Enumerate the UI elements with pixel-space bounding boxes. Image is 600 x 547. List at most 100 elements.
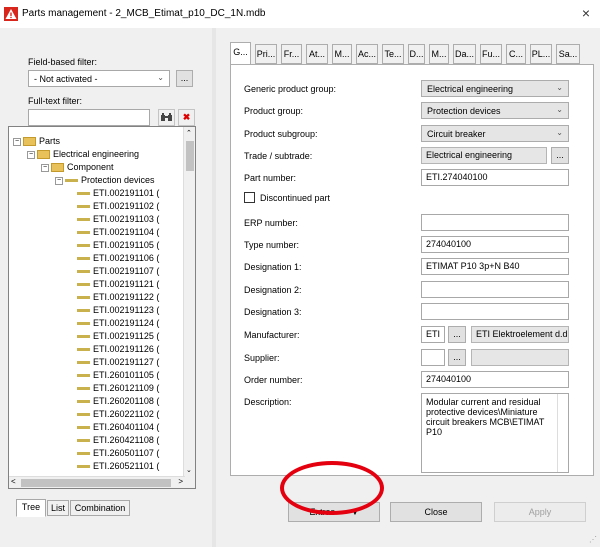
chevron-right-icon[interactable]: > [178, 477, 183, 486]
binoculars-button[interactable] [158, 109, 175, 126]
type-number-field[interactable]: 274040100 [421, 236, 569, 253]
supplier-label: Supplier: [244, 353, 280, 363]
collapse-icon[interactable]: − [27, 150, 35, 159]
designation3-field[interactable] [421, 303, 569, 320]
tree-leaf[interactable]: ETI.002191125 ( [77, 330, 159, 342]
tree-leaf[interactable]: ETI.002191123 ( [77, 304, 159, 316]
tab-7[interactable]: D... [408, 44, 425, 64]
tab-6[interactable]: Te... [382, 44, 404, 64]
part-icon [77, 218, 90, 222]
manufacturer-code-field[interactable]: ETI [421, 326, 445, 343]
part-number-label: Part number: [244, 173, 297, 183]
tree-leaf[interactable]: ETI.002191101 ( [77, 187, 159, 199]
tree-leaf[interactable]: ETI.002191124 ( [77, 317, 159, 329]
window-title: Parts management - 2_MCB_Etimat_p10_DC_1… [22, 8, 266, 19]
tree-node[interactable]: − Component [41, 161, 114, 173]
tab-11[interactable]: C... [506, 44, 526, 64]
tab-10[interactable]: Fu... [480, 44, 502, 64]
tab-0[interactable]: G... [230, 42, 251, 66]
tab-combination[interactable]: Combination [70, 500, 130, 516]
manufacturer-name-field: ETI Elektroelement d.d [471, 326, 569, 343]
trade-more-button[interactable]: ... [551, 147, 569, 164]
description-scrollbar[interactable] [557, 394, 568, 472]
fulltext-filter-input[interactable] [28, 109, 150, 126]
tree-leaf[interactable]: ETI.002191106 ( [77, 252, 159, 264]
tab-9[interactable]: Da... [453, 44, 476, 64]
designation3-label: Designation 3: [244, 307, 302, 317]
generic-group-combo[interactable]: Electrical engineering ⌄ [421, 80, 569, 97]
tree-leaf[interactable]: ETI.260101105 ( [77, 369, 159, 381]
tree-leaf[interactable]: ETI.002191107 ( [77, 265, 159, 277]
part-icon [77, 426, 90, 430]
tree-horizontal-scrollbar[interactable]: < > [9, 476, 185, 488]
tree-leaf[interactable]: ETI.002191105 ( [77, 239, 159, 251]
part-icon [77, 452, 90, 456]
erp-number-field[interactable] [421, 214, 569, 231]
tree-leaf[interactable]: ETI.260401104 ( [77, 421, 159, 433]
collapse-icon[interactable]: − [55, 176, 63, 185]
designation1-field[interactable]: ETIMAT P10 3p+N B40 [421, 258, 569, 275]
designation2-field[interactable] [421, 281, 569, 298]
scroll-thumb[interactable] [21, 479, 171, 487]
chevron-down-icon: ⌄ [556, 83, 563, 92]
tree-leaf[interactable]: ETI.260201108 ( [77, 395, 159, 407]
close-window-button[interactable]: × [582, 5, 590, 21]
trade-field[interactable]: Electrical engineering [421, 147, 547, 164]
tree-vertical-scrollbar[interactable]: ⌃ ⌄ [183, 127, 195, 488]
clear-filter-button[interactable]: ✖ [178, 109, 195, 126]
tree-node[interactable]: − Electrical engineering [27, 148, 139, 160]
tab-3[interactable]: At... [306, 44, 328, 64]
type-number-label: Type number: [244, 240, 300, 250]
part-number-field[interactable]: ETI.274040100 [421, 169, 569, 186]
part-icon [77, 361, 90, 365]
tree-leaf[interactable]: ETI.260221102 ( [77, 408, 159, 420]
tree-leaf[interactable]: ETI.260521101 ( [77, 460, 159, 472]
tree-node[interactable]: − Protection devices [55, 174, 155, 186]
tab-8[interactable]: M... [429, 44, 449, 64]
supplier-more-button[interactable]: ... [448, 349, 466, 366]
resize-grip-icon[interactable]: ⋰ [589, 535, 597, 544]
title-bar: Parts management - 2_MCB_Etimat_p10_DC_1… [0, 0, 600, 28]
tree-leaf[interactable]: ETI.002191126 ( [77, 343, 159, 355]
order-number-field[interactable]: 274040100 [421, 371, 569, 388]
product-group-combo[interactable]: Protection devices ⌄ [421, 102, 569, 119]
tree-leaf[interactable]: ETI.002191127 ( [77, 356, 159, 368]
tree-leaf[interactable]: ETI.260501107 ( [77, 447, 159, 459]
tab-list[interactable]: List [47, 500, 69, 516]
tab-2[interactable]: Fr... [281, 44, 302, 64]
highlight-ellipse [280, 461, 384, 515]
collapse-icon[interactable]: − [41, 163, 49, 172]
tab-4[interactable]: M... [332, 44, 352, 64]
tree-leaf[interactable]: ETI.002191102 ( [77, 200, 159, 212]
tree-leaf[interactable]: ETI.002191121 ( [77, 278, 159, 290]
tree-leaf[interactable]: ETI.002191104 ( [77, 226, 159, 238]
manufacturer-more-button[interactable]: ... [448, 326, 466, 343]
tree-leaf[interactable]: ETI.260421108 ( [77, 434, 159, 446]
collapse-icon[interactable]: − [13, 137, 21, 146]
apply-button[interactable]: Apply [494, 502, 586, 522]
tab-12[interactable]: PL... [530, 44, 552, 64]
close-button[interactable]: Close [390, 502, 482, 522]
field-filter-combo[interactable]: - Not activated - ⌄ [28, 70, 170, 87]
part-icon [77, 192, 90, 196]
tab-5[interactable]: Ac... [356, 44, 378, 64]
chevron-down-icon[interactable]: ⌄ [186, 466, 192, 474]
tree-leaf[interactable]: ETI.002191103 ( [77, 213, 159, 225]
part-icon [77, 335, 90, 339]
description-field[interactable]: Modular current and residual protective … [421, 393, 569, 473]
tab-tree[interactable]: Tree [16, 499, 46, 517]
chevron-up-icon[interactable]: ⌃ [186, 129, 192, 137]
discontinued-checkbox[interactable] [244, 192, 255, 203]
part-icon [77, 205, 90, 209]
tree-leaf[interactable]: ETI.260121109 ( [77, 382, 159, 394]
tree-node[interactable]: − Parts [13, 135, 60, 147]
tab-13[interactable]: Sa... [556, 44, 580, 64]
parts-tree[interactable]: − Parts − Electrical engineering − Componen… [8, 126, 196, 489]
tree-leaf[interactable]: ETI.002191122 ( [77, 291, 159, 303]
tab-1[interactable]: Pri... [255, 44, 277, 64]
scroll-thumb[interactable] [186, 141, 194, 171]
subgroup-combo[interactable]: Circuit breaker ⌄ [421, 125, 569, 142]
supplier-code-field[interactable] [421, 349, 445, 366]
field-filter-more-button[interactable]: ... [176, 70, 193, 87]
chevron-left-icon[interactable]: < [11, 477, 16, 486]
